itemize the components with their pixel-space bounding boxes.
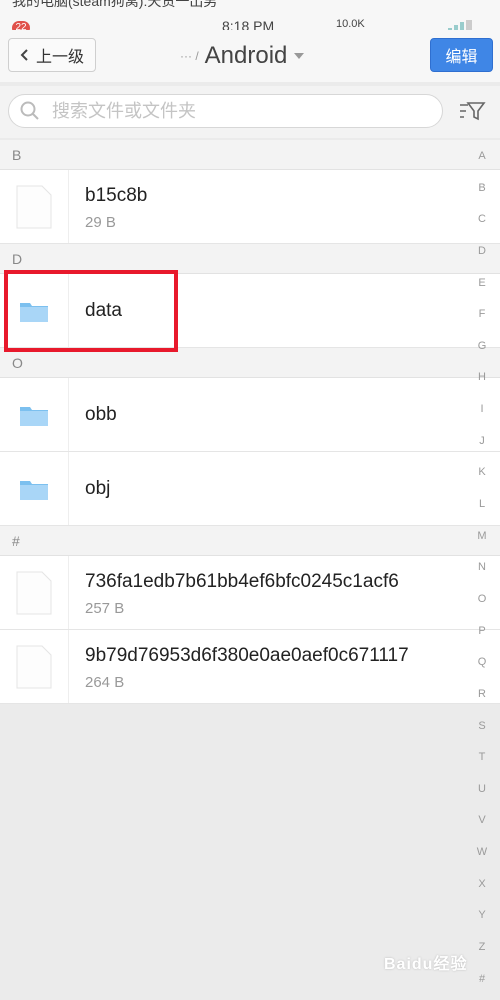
index-letter[interactable]: D — [478, 245, 486, 257]
index-letter[interactable]: G — [478, 340, 487, 352]
icon-cell — [0, 556, 69, 629]
index-letter[interactable]: S — [478, 720, 485, 732]
path-prefix: ··· / — [180, 49, 199, 63]
list-item[interactable]: obj — [0, 452, 500, 526]
section-header-o: O — [0, 348, 500, 378]
search-box[interactable] — [8, 94, 443, 128]
list-item[interactable]: data — [0, 274, 500, 348]
list-item[interactable]: obb — [0, 378, 500, 452]
back-button[interactable]: 上一级 — [8, 38, 96, 72]
icon-cell — [0, 452, 69, 525]
signal-icon — [448, 20, 472, 30]
file-name: b15c8b — [85, 185, 148, 206]
index-letter[interactable]: N — [478, 561, 486, 573]
list-item[interactable]: 736fa1edb7b61bb4ef6bfc0245c1acf6 257 B — [0, 556, 500, 630]
index-letter[interactable]: R — [478, 688, 486, 700]
index-letter[interactable]: Q — [478, 656, 487, 668]
search-input[interactable] — [50, 99, 404, 123]
index-letter[interactable]: T — [479, 751, 486, 763]
file-name: 736fa1edb7b61bb4ef6bfc0245c1acf6 — [85, 571, 399, 592]
list-item[interactable]: 9b79d76953d6f380e0ae0aef0c671117 264 B — [0, 630, 500, 704]
sort-filter-icon[interactable] — [458, 100, 486, 122]
icon-cell — [0, 378, 69, 451]
search-bar — [0, 86, 500, 138]
folder-name: data — [85, 300, 122, 321]
index-letter[interactable]: P — [478, 625, 485, 637]
index-letter[interactable]: # — [479, 973, 485, 985]
folder-icon — [20, 302, 48, 322]
status-bar: 我的电脑(steam狗窝):天货一出男 22 8:18 PM 10.0K — [0, 0, 500, 30]
search-icon — [20, 101, 39, 120]
folder-icon — [20, 406, 48, 426]
icon-cell — [0, 630, 69, 703]
section-header-d: D — [0, 244, 500, 274]
index-letter[interactable]: F — [479, 308, 486, 320]
icon-cell — [0, 170, 69, 243]
chevron-left-icon — [20, 49, 28, 61]
path-selector[interactable]: ··· / Android — [180, 38, 305, 74]
index-letter[interactable]: V — [478, 814, 485, 826]
index-letter[interactable]: K — [478, 466, 485, 478]
folder-name: obb — [85, 404, 117, 425]
file-icon — [16, 645, 52, 688]
index-letter[interactable]: H — [478, 371, 486, 383]
status-notification: 我的电脑(steam狗窝):天货一出男 — [12, 0, 218, 9]
caret-down-icon — [294, 53, 305, 59]
file-icon — [16, 185, 52, 228]
file-size: 29 B — [85, 214, 116, 231]
file-size: 264 B — [85, 674, 125, 691]
index-letter[interactable]: B — [478, 182, 485, 194]
index-letter[interactable]: E — [478, 277, 485, 289]
folder-name: obj — [85, 478, 111, 499]
folder-icon — [20, 480, 48, 500]
icon-cell — [0, 274, 69, 347]
folder-title: Android — [204, 42, 288, 69]
alphabet-index[interactable]: A B C D E F G H I J K L M N O P Q R S T U V W X Y Z # — [470, 150, 494, 985]
index-letter[interactable]: O — [478, 593, 487, 605]
index-letter[interactable]: A — [478, 150, 485, 162]
index-letter[interactable]: Z — [479, 941, 486, 953]
watermark: Baidu经验 — [384, 956, 468, 973]
index-letter[interactable]: M — [477, 530, 486, 542]
index-letter[interactable]: X — [478, 878, 485, 890]
section-header-hash: # — [0, 526, 500, 556]
back-label: 上一级 — [35, 49, 84, 66]
list-item[interactable]: b15c8b 29 B — [0, 170, 500, 244]
index-letter[interactable]: L — [479, 498, 485, 510]
title-bar: 上一级 ··· / Android 编辑 — [0, 30, 500, 82]
file-size: 257 B — [85, 600, 125, 617]
index-letter[interactable]: U — [478, 783, 486, 795]
status-net-speed: 10.0K — [336, 18, 365, 30]
index-letter[interactable]: Y — [478, 909, 485, 921]
status-time: 8:18 PM — [222, 18, 275, 30]
index-letter[interactable]: C — [478, 213, 486, 225]
index-letter[interactable]: W — [477, 846, 487, 858]
edit-button[interactable]: 编辑 — [430, 38, 493, 72]
index-letter[interactable]: I — [480, 403, 483, 415]
file-name: 9b79d76953d6f380e0ae0aef0c671117 — [85, 645, 409, 666]
file-list: B b15c8b 29 B D data O obb obj # 736fa1e… — [0, 140, 500, 704]
file-icon — [16, 571, 52, 614]
index-letter[interactable]: J — [479, 435, 485, 447]
status-badge: 22 — [12, 21, 30, 30]
section-header-b: B — [0, 140, 500, 170]
